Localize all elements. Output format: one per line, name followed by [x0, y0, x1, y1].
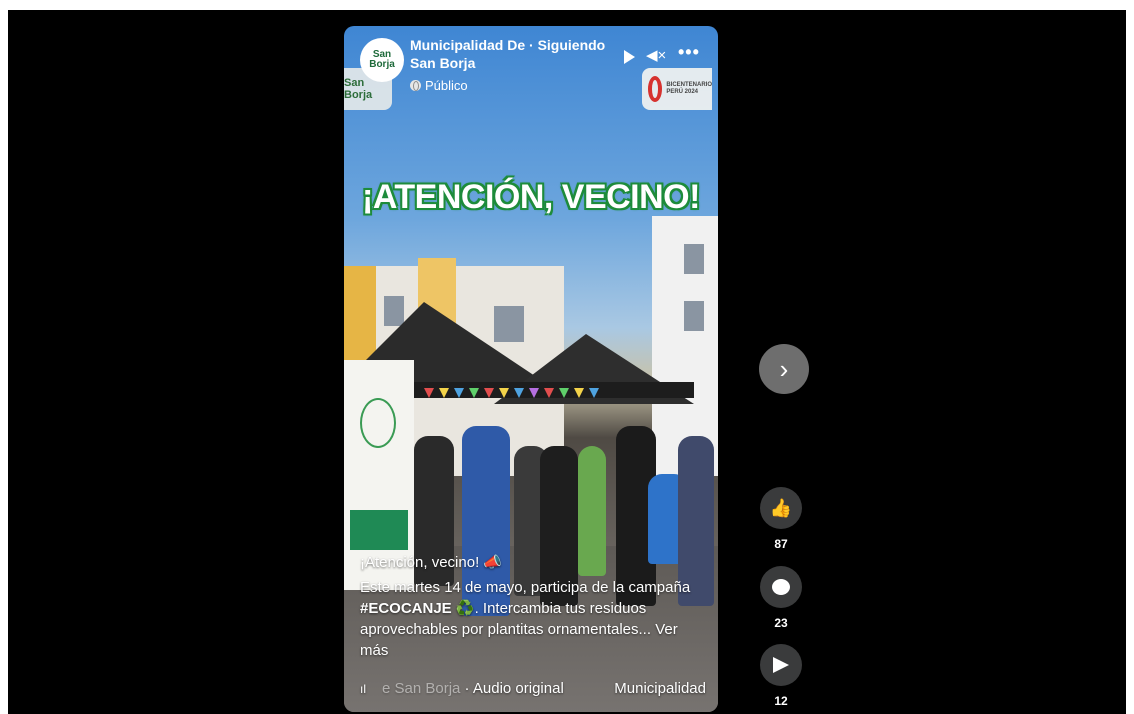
like-button[interactable]: 👍 [760, 487, 802, 529]
avatar[interactable]: San Borja [360, 38, 404, 82]
comment-count: 23 [774, 616, 788, 630]
bunting-flag [574, 388, 584, 398]
comment-button[interactable] [760, 566, 802, 608]
bunting-flag [439, 388, 449, 398]
bicentenario-icon [648, 76, 663, 102]
globe-icon [410, 80, 421, 91]
bunting-flag [469, 388, 479, 398]
thumbs-up-icon: 👍 [769, 497, 793, 518]
mute-icon[interactable]: ◀× [646, 46, 666, 64]
bunting-flag [514, 388, 524, 398]
headline-overlay: ¡ATENCIÓN, VECINO! [362, 178, 700, 216]
reel-video[interactable]: San Borja San Borja Municipalidad De · S… [344, 26, 718, 712]
bunting-flag [484, 388, 494, 398]
bunting-flag [454, 388, 464, 398]
audio-wave-icon: ıl [360, 681, 366, 696]
next-button[interactable]: › [759, 344, 809, 394]
audio-label: e San Borja · Audio original [382, 680, 614, 697]
like-action[interactable]: 👍 87 [760, 487, 802, 551]
bunting-flag [559, 388, 569, 398]
building-yellow [344, 266, 376, 366]
window [684, 244, 704, 274]
chevron-right-icon: › [779, 353, 789, 384]
bunting-flag [424, 388, 434, 398]
share-icon [773, 657, 789, 673]
more-icon[interactable]: ••• [678, 42, 700, 63]
share-action[interactable]: 12 [760, 644, 802, 708]
caption-body: Este martes 14 de mayo, participa de la … [360, 579, 691, 596]
comment-icon [772, 579, 790, 595]
hashtag-link[interactable]: #ECOCANJE [360, 600, 452, 617]
share-button[interactable] [760, 644, 802, 686]
audio-faded-prefix: e San Borja [382, 680, 461, 697]
caption-line1: ¡Atención, vecino! 📣 [360, 554, 503, 571]
audio-row[interactable]: ıl e San Borja · Audio original Municipa… [360, 680, 706, 697]
window [684, 301, 704, 331]
bunting-flag [589, 388, 599, 398]
play-icon[interactable] [624, 50, 635, 64]
window [384, 296, 404, 326]
bunting-flag [499, 388, 509, 398]
bunting-flag [529, 388, 539, 398]
banner-strip [350, 510, 408, 550]
bicentenario-badge: BICENTENARIO PERÚ 2024 [642, 68, 712, 110]
audio-author[interactable]: Municipalidad [614, 680, 706, 697]
window [494, 306, 524, 342]
banner-logo [360, 398, 396, 448]
avatar-text: San Borja [369, 49, 395, 70]
comment-action[interactable]: 23 [760, 566, 802, 630]
bicentenario-text: BICENTENARIO PERÚ 2024 [666, 82, 712, 95]
share-count: 12 [774, 694, 788, 708]
page-name[interactable]: Municipalidad De · Siguiendo San Borja [410, 36, 620, 72]
privacy-label: Público [425, 78, 468, 93]
privacy-indicator: Público [410, 78, 468, 93]
bunting-flag [544, 388, 554, 398]
caption: ¡Atención, vecino! 📣 Este martes 14 de m… [360, 552, 706, 661]
audio-original: · Audio original [460, 680, 564, 697]
like-count: 87 [774, 537, 788, 551]
recycle-emoji: ♻️ [451, 600, 475, 617]
